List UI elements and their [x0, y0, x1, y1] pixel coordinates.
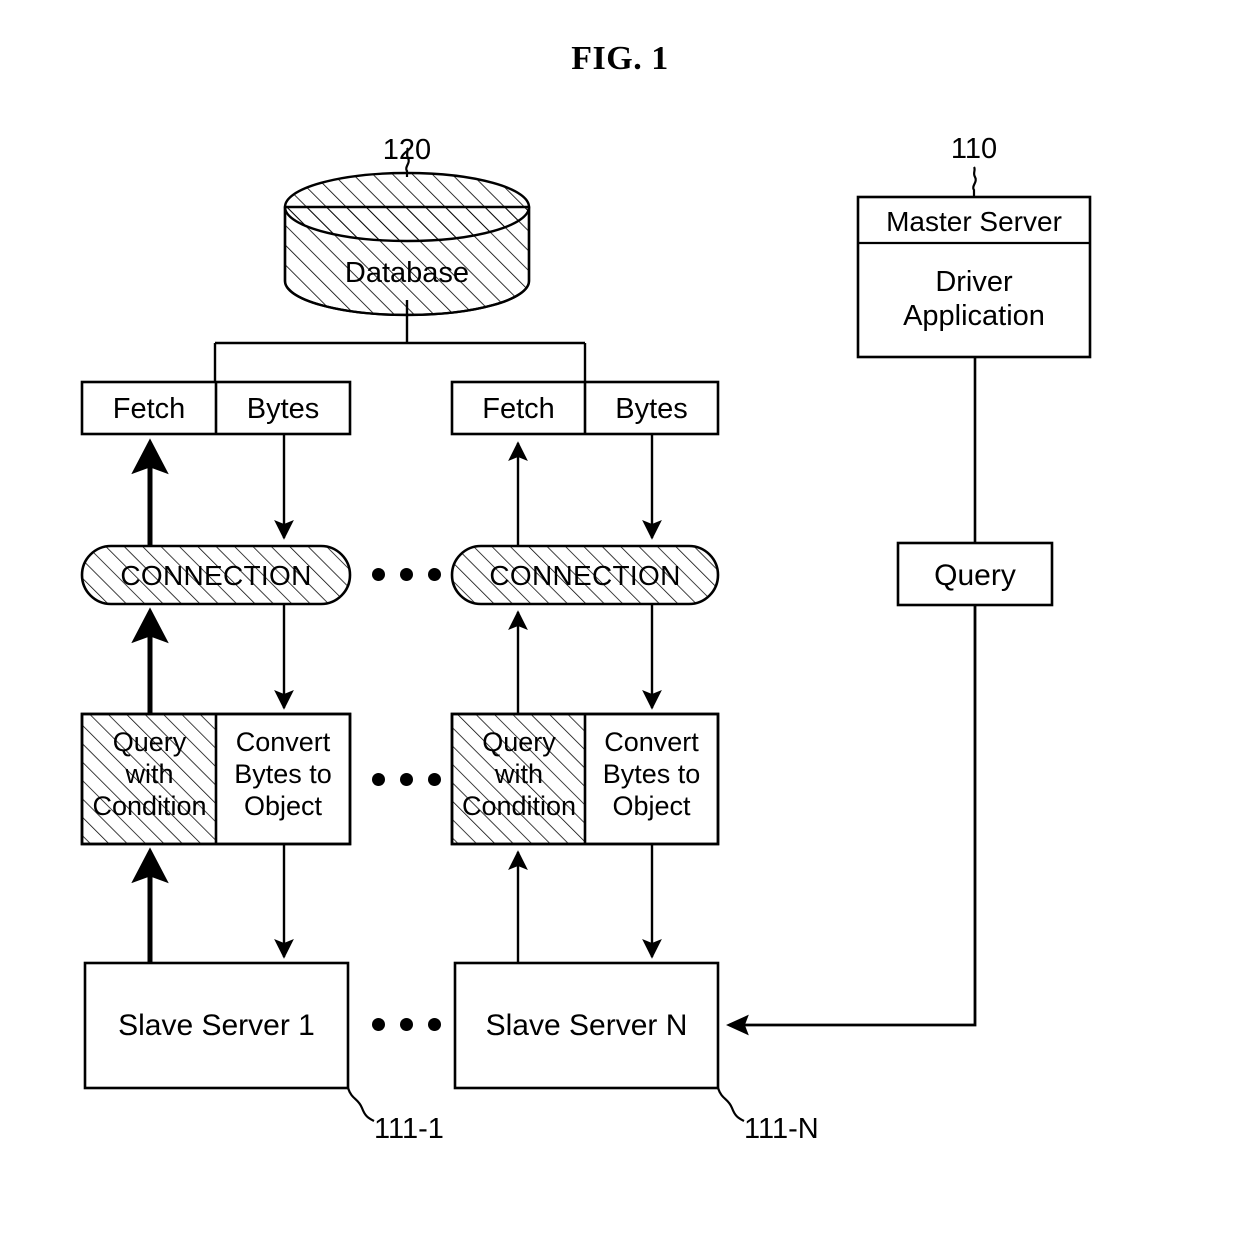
ellipsis-dot — [372, 568, 385, 581]
fetch-bytes-box-1 — [80, 380, 352, 436]
ref-leader-111-n — [716, 1087, 745, 1122]
fetch-bytes-box-n — [450, 380, 720, 436]
ellipsis-dot — [372, 773, 385, 786]
ellipsis-dot — [428, 568, 441, 581]
query-convert-box-1 — [80, 712, 352, 846]
database-cylinder — [283, 171, 531, 317]
slave-server-box-1 — [83, 961, 350, 1090]
ref-number-111-n: 111-N — [744, 1113, 819, 1145]
ref-leader-111-1 — [346, 1087, 375, 1122]
query-convert-box-n — [450, 712, 720, 846]
patent-figure-page: FIG. 1 120 Database 110 Master Server Dr… — [0, 0, 1240, 1250]
ellipsis-dot — [400, 1018, 413, 1031]
ellipsis-connection-row — [372, 568, 441, 581]
ellipsis-query-row — [372, 773, 441, 786]
ref-leader-110 — [972, 166, 977, 196]
ellipsis-slave-row — [372, 1018, 441, 1031]
ellipsis-dot — [400, 773, 413, 786]
connection-oval-n — [450, 544, 720, 606]
master-server-box — [856, 195, 1092, 359]
arrow-query-to-slave-n — [726, 605, 977, 1036]
diagram-canvas — [80, 147, 1092, 1122]
slave-server-box-n — [453, 961, 720, 1090]
ellipsis-dot — [400, 568, 413, 581]
query-box — [896, 541, 1054, 607]
ref-number-111-1: 111-1 — [374, 1113, 444, 1145]
connection-oval-1 — [80, 544, 352, 606]
ref-number-120: 120 — [382, 134, 432, 166]
ellipsis-dot — [372, 1018, 385, 1031]
ref-number-110: 110 — [950, 133, 998, 165]
ellipsis-dot — [428, 1018, 441, 1031]
ellipsis-dot — [428, 773, 441, 786]
